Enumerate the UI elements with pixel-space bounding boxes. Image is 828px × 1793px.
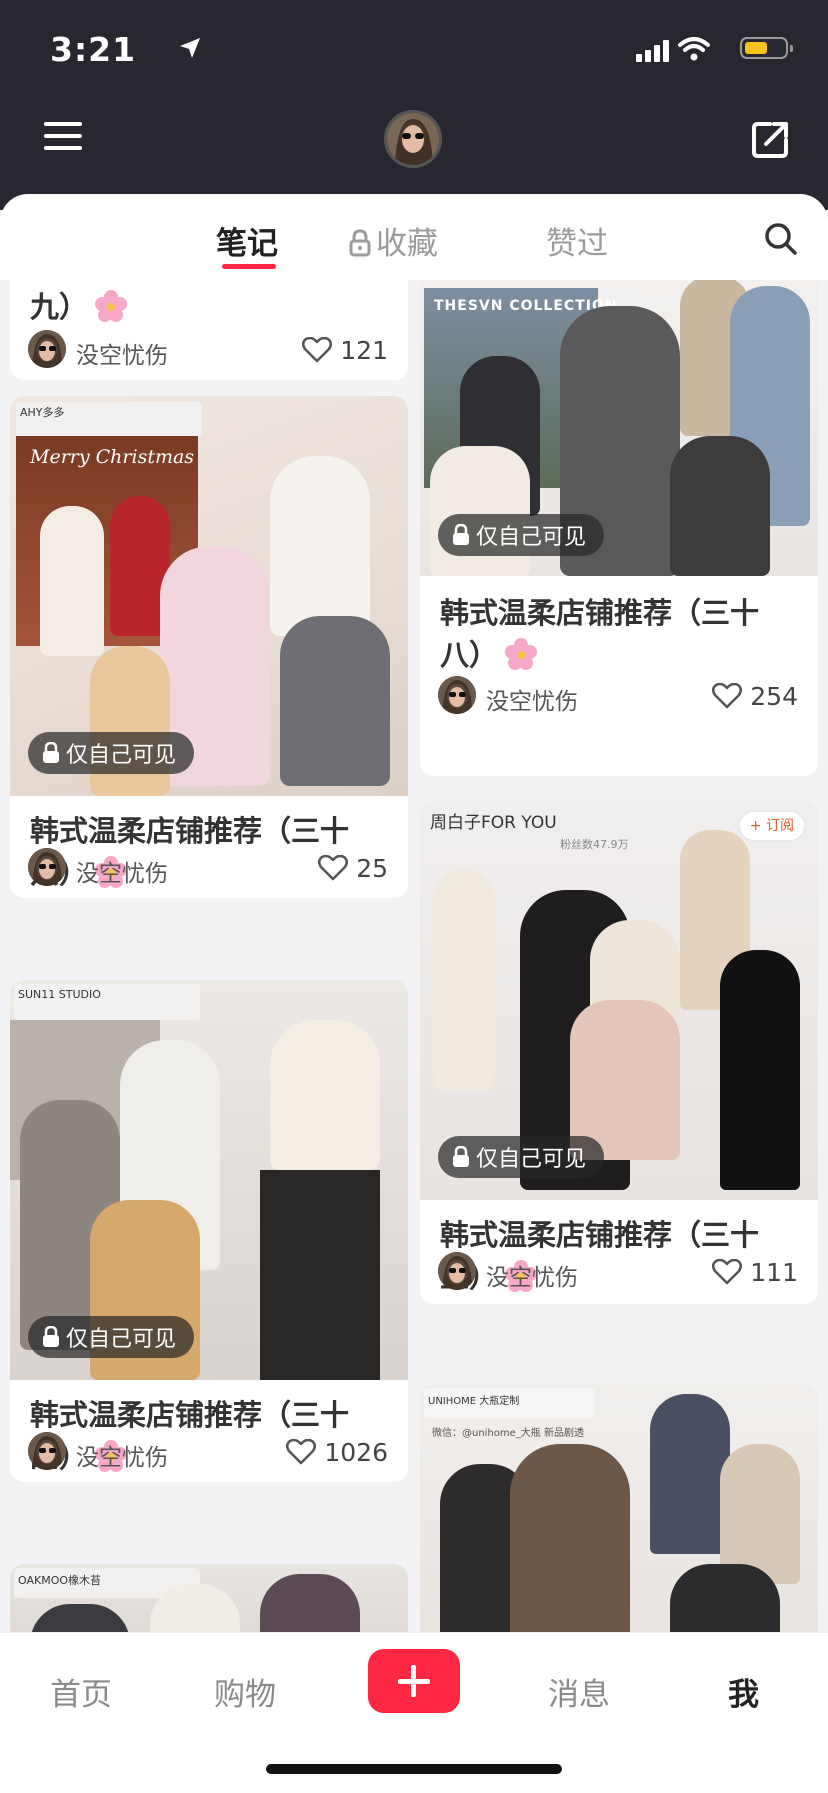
cover-brand: AHY多多 [20,406,65,419]
private-badge: 仅自己可见 [28,732,195,774]
cover-fans: 粉丝数47.9万 [560,838,629,851]
note-cover-image: AHY多多 Merry Christmas 仅自己可见 [10,396,408,796]
status-time: 3:21 [50,30,137,69]
cellular-signal-icon [636,40,669,62]
tab-liked[interactable]: 赞过 [546,218,608,263]
like-count[interactable]: 254 [712,676,798,716]
like-count[interactable]: 111 [712,1252,798,1292]
wifi-icon [678,37,710,61]
heart-icon [302,337,333,363]
home-indicator [266,1764,562,1774]
author-name: 没空忧伤 [486,689,578,715]
cover-brand: UNIHOME 大瓶定制 [428,1396,520,1407]
heart-icon [712,683,743,709]
like-count[interactable]: 121 [302,330,388,370]
cover-brand: OAKMOO橡木苔 [18,1574,102,1587]
note-card[interactable]: THESVN COLLECTION 仅自己可见 韩式温柔店铺推荐（三十八） 没空… [420,280,818,776]
heart-icon [318,855,349,881]
author-avatar [438,1252,476,1290]
profile-avatar[interactable] [384,110,442,168]
private-badge: 仅自己可见 [438,1136,605,1178]
battery-icon [740,37,793,59]
heart-icon [286,1439,317,1465]
author-avatar [438,676,476,714]
lock-icon [349,229,371,257]
flower-emoji-icon [505,638,538,670]
nav-me[interactable]: 我 [728,1669,759,1714]
author-name: 没空忧伤 [76,343,168,369]
create-note-button[interactable] [368,1649,460,1713]
like-count[interactable]: 25 [318,848,388,888]
author-name: 没空忧伤 [76,1445,168,1471]
private-badge: 仅自己可见 [438,514,605,556]
cover-text: Merry Christmas [30,446,195,468]
lock-icon [43,1326,59,1347]
cover-brand: 周白子FOR YOU [430,813,557,833]
note-cover-image: UNIHOME 大瓶定制 微信：@unihome_大瓶 新品剧透 [420,1384,818,1632]
author-avatar [28,848,66,886]
note-title: 九） [30,286,382,328]
note-card[interactable]: AHY多多 Merry Christmas 仅自己可见 韩式温柔店铺推荐（三十六… [10,396,408,898]
note-card[interactable]: SUN11 STUDIO 仅自己可见 韩式温柔店铺推荐（三十四） 没空忧伤 10… [10,980,408,1482]
nav-shop[interactable]: 购物 [214,1669,276,1714]
nav-home[interactable]: 首页 [50,1669,112,1714]
note-card[interactable]: 九） 没空忧伤 121 [10,280,408,380]
search-icon[interactable] [764,222,798,256]
lock-icon [43,742,59,763]
cover-brand: SUN11 STUDIO [18,988,101,1001]
share-icon[interactable] [750,120,790,160]
lock-icon [453,524,469,545]
active-tab-indicator [222,264,276,269]
note-card[interactable]: OAKMOO橡木苔 [10,1564,408,1632]
note-card[interactable]: UNIHOME 大瓶定制 微信：@unihome_大瓶 新品剧透 [420,1384,818,1632]
note-cover-image: SUN11 STUDIO 仅自己可见 [10,980,408,1380]
notes-feed: 九） 没空忧伤 121 AHY多多 Merry Christmas 仅自己可见 … [0,280,828,1632]
cover-subscribe: + 订阅 [739,812,804,840]
location-arrow-icon [180,38,200,58]
flower-emoji-icon [95,290,128,322]
nav-messages[interactable]: 消息 [548,1669,610,1714]
profile-header: 3:21 [0,0,828,210]
note-cover-image: OAKMOO橡木苔 [10,1564,408,1632]
lock-icon [453,1146,469,1167]
cover-wechat: 微信：@unihome_大瓶 新品剧透 [432,1428,584,1439]
tab-collections-label: 收藏 [376,226,438,262]
status-bar: 3:21 [50,30,793,70]
author-avatar [28,330,66,368]
author-name: 没空忧伤 [76,861,168,887]
menu-icon[interactable] [44,120,84,152]
tab-collections[interactable]: 收藏 [348,218,438,263]
note-cover-image: 周白子FOR YOU 粉丝数47.9万 + 订阅 仅自己可见 [420,800,818,1200]
private-badge: 仅自己可见 [28,1316,195,1358]
author-avatar [28,1432,66,1470]
tab-notes[interactable]: 笔记 [216,218,278,263]
like-count[interactable]: 1026 [286,1432,388,1472]
note-card[interactable]: 周白子FOR YOU 粉丝数47.9万 + 订阅 仅自己可见 韩式温柔店铺推荐（… [420,800,818,1304]
author-name: 没空忧伤 [486,1265,578,1291]
note-title: 韩式温柔店铺推荐（三十八） [440,596,760,672]
heart-icon [712,1259,743,1285]
profile-tabs: 笔记 收藏 赞过 [0,194,828,280]
